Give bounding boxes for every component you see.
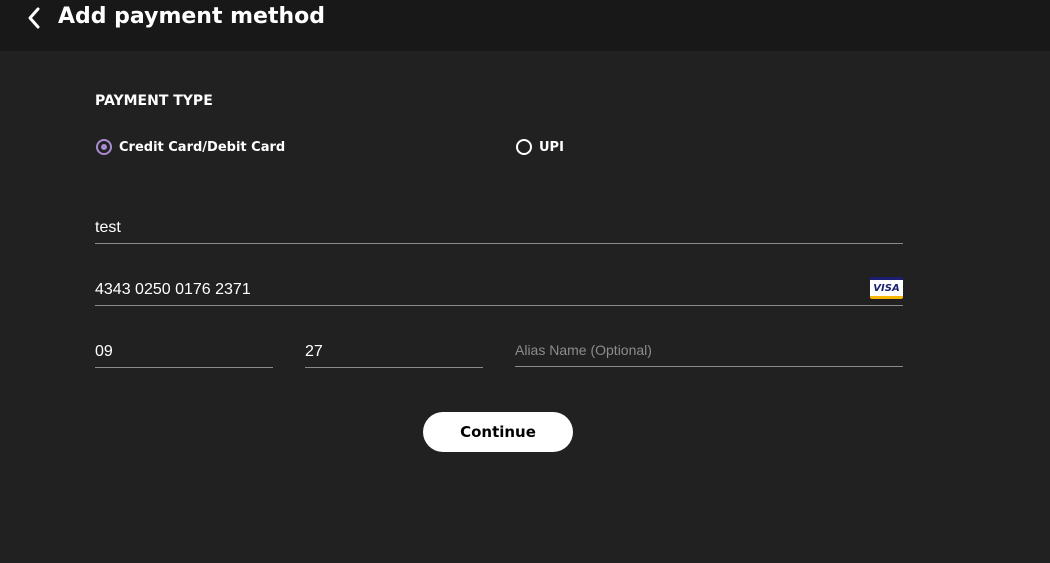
- radio-label-card: Credit Card/Debit Card: [119, 139, 286, 155]
- expiry-month-input[interactable]: [95, 339, 273, 365]
- expiry-year-field: [305, 339, 483, 368]
- radio-selected-icon: [96, 139, 112, 155]
- alias-name-field: [515, 338, 903, 367]
- cardholder-name-field: [95, 215, 903, 244]
- radio-label-upi: UPI: [539, 139, 564, 155]
- continue-button[interactable]: Continue: [423, 412, 573, 452]
- expiry-year-input[interactable]: [305, 339, 483, 365]
- back-button[interactable]: [22, 4, 48, 32]
- card-number-field: VISA: [95, 277, 903, 306]
- expiry-month-field: [95, 339, 273, 368]
- radio-unselected-icon: [516, 139, 532, 155]
- cardholder-name-input[interactable]: [95, 215, 903, 241]
- card-number-input[interactable]: [95, 277, 855, 303]
- page-title: Add payment method: [58, 4, 326, 29]
- top-bar: Add payment method: [0, 0, 1050, 51]
- visa-card-icon: VISA: [870, 277, 903, 299]
- chevron-left-icon: [28, 7, 40, 29]
- radio-upi[interactable]: UPI: [516, 136, 564, 158]
- radio-credit-debit-card[interactable]: Credit Card/Debit Card: [96, 136, 285, 158]
- payment-type-label: PAYMENT TYPE: [95, 93, 213, 109]
- alias-name-input[interactable]: [515, 338, 903, 364]
